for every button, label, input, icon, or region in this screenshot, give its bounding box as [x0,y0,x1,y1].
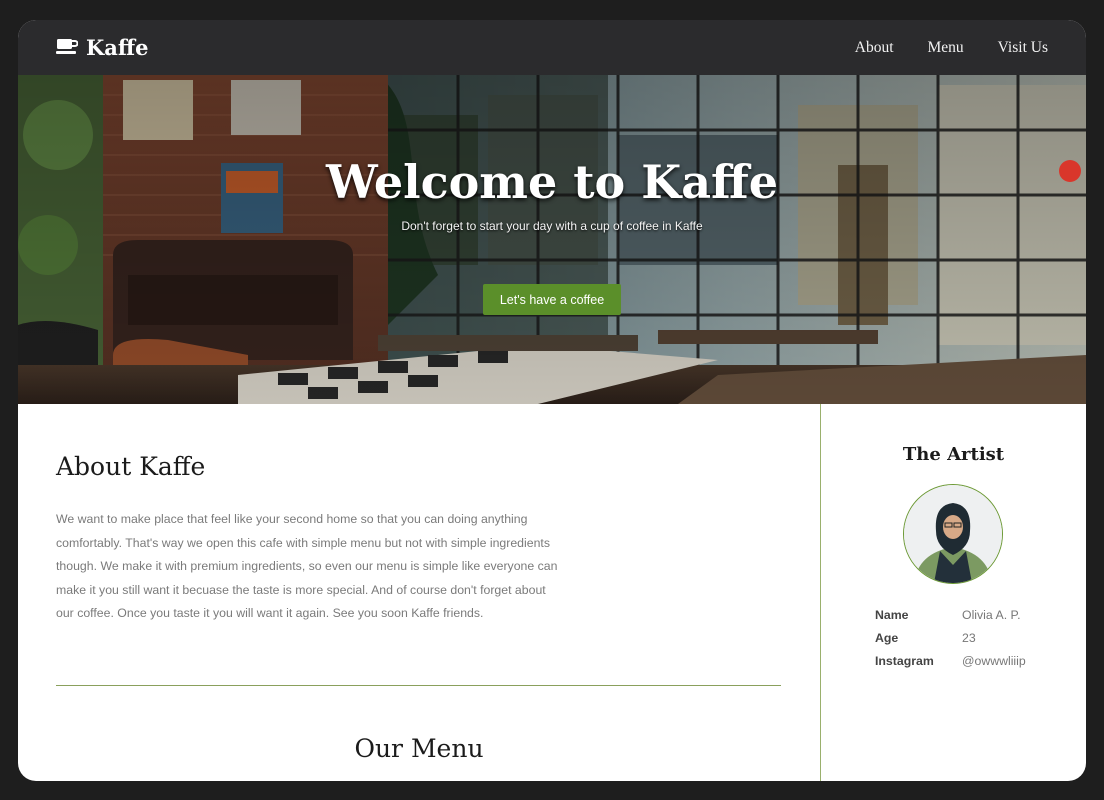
hero-subtitle: Don't forget to start your day with a cu… [401,219,703,233]
nav-about[interactable]: About [855,39,894,57]
info-value: Olivia A. P. [962,607,1021,622]
navbar: Kaffe About Menu Visit Us [18,20,1086,75]
artist-sidebar: The Artist Name Olivia A. P. Age 23 Inst… [821,404,1086,781]
info-row-age: Age 23 [875,626,1026,649]
nav-visit-us[interactable]: Visit Us [998,39,1048,57]
menu-title: Our Menu [354,734,484,763]
about-text: We want to make place that feel like you… [56,512,558,620]
info-value: 23 [962,630,976,645]
artist-avatar [903,484,1003,584]
instagram-handle[interactable]: @owwwliiip [962,654,1026,668]
artist-photo [904,485,1002,583]
about-title: About Kaffe [56,452,206,481]
info-label: Instagram [875,653,934,668]
brand-name: Kaffe [86,34,149,60]
browser-frame: Kaffe About Menu Visit Us Welcome to Kaf… [18,20,1086,781]
info-row-name: Name Olivia A. P. [875,603,1026,626]
main-content: About Kaffe We want to make place that f… [18,404,820,781]
hero-background-image [18,75,1086,404]
info-label: Name [875,607,909,622]
info-label: Age [875,630,899,645]
hero-section: Welcome to Kaffe Don't forget to start y… [18,75,1086,404]
info-row-instagram: Instagram @owwwliiip [875,649,1026,672]
section-divider [56,685,781,686]
artist-title: The Artist [902,444,1005,465]
nav-links: About Menu Visit Us [855,20,1048,75]
artist-info: Name Olivia A. P. Age 23 Instagram @owww… [875,603,1026,672]
coffee-cup-icon [56,39,78,54]
hero-title: Welcome to Kaffe [325,155,779,209]
brand-logo[interactable]: Kaffe [56,33,148,61]
nav-menu[interactable]: Menu [928,39,964,57]
lets-have-coffee-button[interactable]: Let's have a coffee [483,284,621,315]
